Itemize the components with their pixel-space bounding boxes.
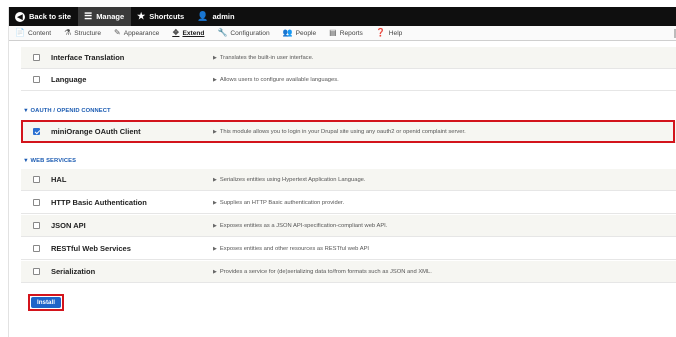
module-description-text: Provides a service for (de)serializing d… [219, 268, 432, 275]
module-name: HTTP Basic Authentication [51, 198, 147, 207]
tray-item-help[interactable]: ❓ Help [370, 26, 410, 41]
manage-label: Manage [96, 12, 125, 21]
bar-chart-icon: ▤ [329, 28, 337, 37]
checkbox-interface-translation[interactable] [33, 54, 40, 61]
tray-label-people: People [295, 29, 317, 37]
module-description-text: Serializes entities using Hypertext Appl… [219, 176, 366, 183]
expand-triangle-icon: ▶ [213, 176, 217, 183]
expand-triangle-icon: ▶ [213, 222, 217, 229]
user-tab[interactable]: 👤 admin [191, 7, 241, 26]
module-name: Language [51, 75, 87, 84]
manage-tab[interactable]: ☰ Manage [78, 7, 132, 26]
module-name: Serialization [51, 267, 96, 276]
module-name: RESTful Web Services [51, 244, 131, 253]
tray-label-content: Content [27, 29, 52, 37]
back-to-site-link[interactable]: ◀ Back to site [9, 7, 78, 26]
module-row-http-basic-auth: HTTP Basic Authentication ▶ Supplies an H… [21, 192, 676, 214]
module-description[interactable]: ▶ Allows users to configure available lan… [213, 77, 339, 83]
back-to-site-label: Back to site [29, 12, 72, 21]
document-icon: 📄 [15, 28, 25, 37]
section-web-services[interactable]: ▼ WEB SERVICES [23, 158, 76, 164]
module-description[interactable]: ▶ Serializes entities using Hypertext App… [213, 177, 366, 183]
expand-triangle-icon: ▶ [213, 199, 217, 206]
checkbox-json-api[interactable] [33, 222, 40, 229]
module-description-text: Exposes entities and other resources as … [219, 245, 370, 252]
module-row-json-api: JSON API ▶ Exposes entities as a JSON API… [21, 215, 676, 237]
admin-toolbar: ◀ Back to site ☰ Manage ★ Shortcuts 👤 ad… [9, 7, 676, 26]
section-oauth-openid-connect[interactable]: ▼ OAUTH / OPENID CONNECT [23, 108, 111, 114]
expand-triangle-icon: ▶ [213, 268, 217, 275]
arrow-left-icon: ◀ [15, 11, 25, 22]
module-name: JSON API [51, 221, 86, 230]
expand-triangle-icon: ▶ [213, 245, 217, 252]
tray-label-structure: Structure [74, 29, 102, 37]
hamburger-menu-icon: ☰ [84, 11, 93, 21]
module-name: Interface Translation [51, 53, 125, 62]
user-icon: 👤 [197, 11, 209, 21]
module-description[interactable]: ▶ Supplies an HTTP Basic authentication p… [213, 200, 344, 206]
module-row-serialization: Serialization ▶ Provides a service for (d… [21, 261, 676, 283]
checkbox-hal[interactable] [33, 176, 40, 183]
tray-label-extend: Extend [182, 29, 205, 37]
tray-item-appearance[interactable]: ✎ Appearance [108, 26, 166, 41]
module-description-text: Supplies an HTTP Basic authentication pr… [219, 199, 345, 206]
shortcuts-label: Shortcuts [149, 12, 185, 21]
star-icon: ★ [137, 11, 146, 21]
module-description[interactable]: ▶ Exposes entities and other resources as… [213, 246, 369, 252]
checkbox-language[interactable] [33, 76, 40, 83]
module-row-hal: HAL ▶ Serializes entities using Hypertext… [21, 169, 676, 191]
help-icon: ❓ [375, 28, 386, 37]
structure-icon: ⚗ [64, 28, 72, 37]
browser-page: ◀ Back to site ☰ Manage ★ Shortcuts 👤 ad… [8, 7, 676, 337]
admin-tray: 📄 Content ⚗ Structure ✎ Appearance ❖ Ext… [9, 26, 676, 41]
highlight-box-install [28, 294, 64, 311]
shortcuts-tab[interactable]: ★ Shortcuts [131, 7, 191, 26]
puzzle-icon: ❖ [172, 28, 180, 37]
tray-item-reports[interactable]: ▤ Reports [323, 26, 370, 41]
tray-label-help: Help [388, 29, 403, 37]
tray-item-people[interactable]: 👥 People [277, 26, 324, 41]
tray-label-configuration: Configuration [230, 29, 270, 37]
module-name: HAL [51, 175, 67, 184]
tray-item-content[interactable]: 📄 Content [9, 26, 58, 41]
expand-triangle-icon: ▶ [213, 76, 217, 83]
checkbox-serialization[interactable] [33, 268, 40, 275]
people-icon: 👥 [282, 28, 293, 37]
module-row-restful: RESTful Web Services ▶ Exposes entities a… [21, 238, 676, 260]
module-description[interactable]: ▶ Translates the built-in user interface. [213, 55, 313, 61]
paintbrush-icon: ✎ [114, 28, 121, 37]
module-description-text: Translates the built-in user interface. [219, 54, 314, 61]
expand-triangle-icon: ▶ [213, 54, 217, 61]
tray-item-configuration[interactable]: 🔧 Configuration [211, 26, 276, 41]
module-description[interactable]: ▶ Exposes entities as a JSON API-specific… [213, 223, 387, 229]
tray-label-appearance: Appearance [123, 29, 160, 37]
wrench-icon: 🔧 [217, 28, 228, 37]
user-label: admin [212, 12, 235, 21]
module-row-language: Language ▶ Allows users to configure avai… [21, 69, 676, 91]
module-description-text: Allows users to configure available lang… [219, 76, 339, 83]
checkbox-http-basic-auth[interactable] [33, 199, 40, 206]
tray-label-reports: Reports [339, 29, 363, 37]
tray-item-structure[interactable]: ⚗ Structure [58, 26, 108, 41]
highlight-box-miniorange [21, 120, 675, 143]
module-description[interactable]: ▶ Provides a service for (de)serializing … [213, 269, 432, 275]
module-description-text: Exposes entities as a JSON API-specifica… [219, 222, 388, 229]
checkbox-restful[interactable] [33, 245, 40, 252]
module-row-interface-translation: Interface Translation ▶ Translates the bu… [21, 47, 676, 69]
tray-item-extend[interactable]: ❖ Extend [166, 26, 211, 41]
